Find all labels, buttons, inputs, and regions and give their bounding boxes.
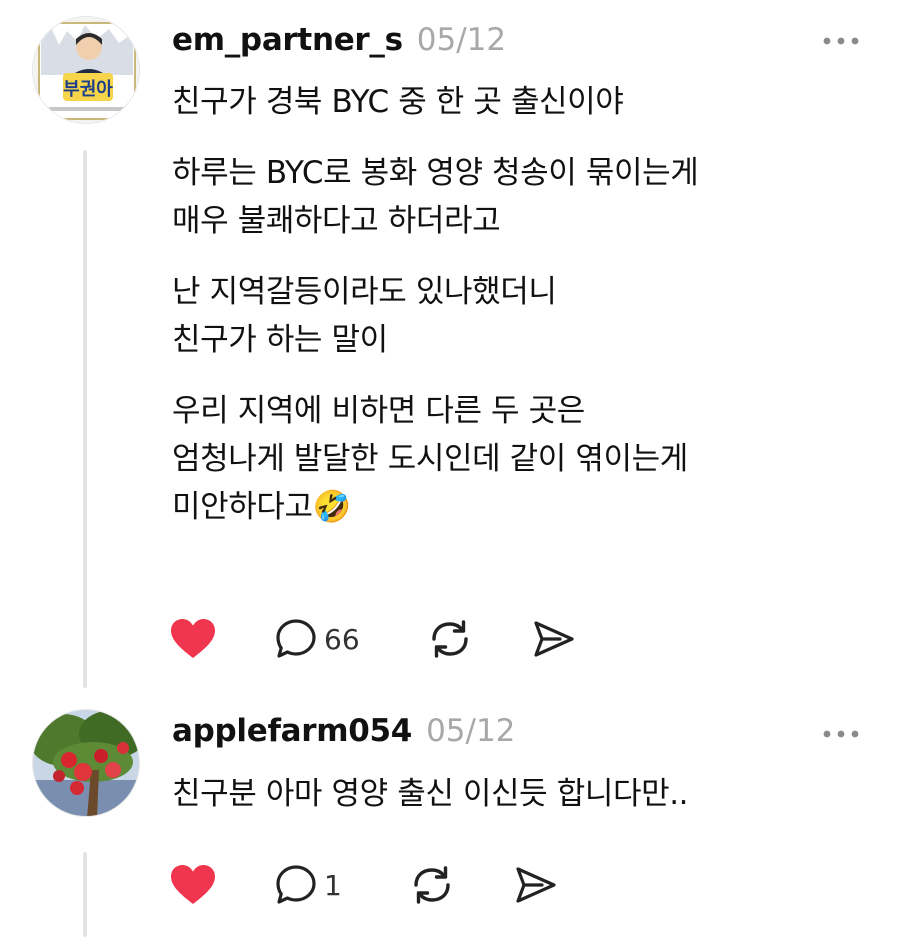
- comment-bubble-icon: [276, 865, 316, 904]
- post-header: em_partner_s 05/12: [172, 22, 506, 58]
- repost-icon: [414, 866, 450, 904]
- share-button[interactable]: [530, 614, 576, 664]
- text-line: 친구가 경북 BYC 중 한 곳 출신이야: [172, 84, 624, 120]
- text-line: 매우 불쾌하다고 하더라고: [172, 203, 501, 239]
- share-button[interactable]: [512, 860, 558, 910]
- send-icon: [534, 621, 574, 657]
- text-line: 친구분 아마 영양 출신 이신듯 합니다만..: [172, 776, 689, 812]
- more-options-icon[interactable]: [820, 34, 862, 48]
- text-line: 하루는 BYC로 봉화 영양 청송이 묶이는게: [172, 155, 699, 191]
- post-header: applefarm054 05/12: [172, 713, 515, 749]
- paragraph: 친구가 경북 BYC 중 한 곳 출신이야: [172, 78, 872, 126]
- action-bar: 1: [170, 860, 630, 910]
- heart-icon: [171, 865, 215, 904]
- paragraph: 하루는 BYC로 봉화 영양 청송이 묶이는게 매우 불쾌하다고 하더라고: [172, 149, 872, 245]
- avatar[interactable]: [32, 709, 140, 817]
- comment-button[interactable]: 66: [274, 614, 360, 664]
- text-line: 엄청나게 발달한 도시인데 같이 엮이는게: [172, 441, 688, 477]
- profile-photo-badge-icon: 부권아: [33, 17, 139, 123]
- text-line: 미안하다고🤣: [172, 489, 351, 525]
- apple-tree-photo-icon: [33, 710, 139, 816]
- like-button[interactable]: [170, 614, 216, 664]
- text-line: 난 지역갈등이라도 있나했더니: [172, 274, 557, 310]
- thread-line: [83, 852, 87, 937]
- text-line: 우리 지역에 비하면 다른 두 곳은: [172, 393, 585, 429]
- send-icon: [516, 867, 556, 903]
- heart-icon: [171, 619, 215, 658]
- svg-text:부권아: 부권아: [63, 79, 113, 100]
- text-line: 친구가 하는 말이: [172, 322, 388, 358]
- repost-icon: [432, 620, 468, 658]
- like-button[interactable]: [170, 860, 216, 910]
- repost-button[interactable]: [426, 614, 474, 664]
- paragraph: 난 지역갈등이라도 있나했더니 친구가 하는 말이: [172, 268, 872, 364]
- paragraph: 친구분 아마 영양 출신 이신듯 합니다만..: [172, 770, 872, 818]
- comment-bubble-icon: [276, 619, 316, 658]
- post-date: 05/12: [416, 22, 507, 58]
- avatar[interactable]: 부권아: [32, 16, 140, 124]
- username[interactable]: em_partner_s: [172, 22, 403, 58]
- comment-count: 1: [324, 868, 342, 902]
- comment-count: 66: [324, 622, 360, 656]
- repost-button[interactable]: [408, 860, 456, 910]
- post-date: 05/12: [426, 713, 516, 749]
- post-body: 친구가 경북 BYC 중 한 곳 출신이야 하루는 BYC로 봉화 영양 청송이…: [172, 78, 872, 554]
- username[interactable]: applefarm054: [172, 713, 412, 749]
- thread-line: [83, 150, 87, 688]
- paragraph: 우리 지역에 비하면 다른 두 곳은 엄청나게 발달한 도시인데 같이 엮이는게…: [172, 387, 872, 531]
- action-bar: 66: [170, 614, 630, 664]
- post-body: 친구분 아마 영양 출신 이신듯 합니다만..: [172, 770, 872, 841]
- more-options-icon[interactable]: [820, 727, 862, 741]
- comment-button[interactable]: 1: [274, 860, 342, 910]
